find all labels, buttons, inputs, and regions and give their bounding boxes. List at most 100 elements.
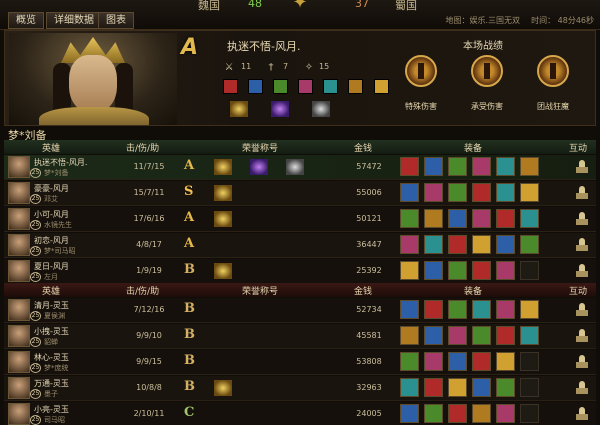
item-icon[interactable]	[424, 378, 443, 397]
item-icon[interactable]	[400, 209, 419, 228]
thumbs-up-icon[interactable]	[576, 329, 590, 343]
item-icon[interactable]	[273, 79, 289, 94]
honor-icon[interactable]	[214, 380, 232, 396]
item-icon[interactable]	[520, 235, 539, 254]
item-icon[interactable]	[496, 404, 515, 423]
item-icon[interactable]	[472, 209, 491, 228]
player-row[interactable]: 豪豪-风月 25 邓艾 15/7/11 S 55006	[4, 181, 596, 206]
item-icon[interactable]	[424, 326, 443, 345]
item-icon[interactable]	[472, 300, 491, 319]
item-icon[interactable]	[448, 300, 467, 319]
item-icon[interactable]	[496, 235, 515, 254]
item-icon[interactable]	[520, 326, 539, 345]
item-icon[interactable]	[496, 326, 515, 345]
item-icon[interactable]	[448, 352, 467, 371]
item-icon[interactable]	[496, 183, 515, 202]
item-icon[interactable]	[223, 79, 238, 94]
thumbs-up-icon[interactable]	[576, 355, 590, 369]
thumbs-up-icon[interactable]	[576, 186, 590, 200]
item-icon[interactable]	[424, 209, 443, 228]
item-icon[interactable]	[448, 157, 467, 176]
item-icon[interactable]	[373, 79, 389, 94]
item-icon[interactable]	[348, 79, 364, 94]
item-icon[interactable]	[496, 352, 515, 371]
honor-icon[interactable]	[230, 101, 248, 117]
player-row[interactable]: 林心-灵玉 25 梦*庞统 9/9/15 B 53808	[4, 350, 596, 375]
item-icon[interactable]	[472, 157, 491, 176]
item-icon[interactable]	[448, 378, 467, 397]
tab-overview[interactable]: 概览	[8, 12, 44, 29]
thumbs-up-icon[interactable]	[576, 264, 590, 278]
hero-avatar[interactable]	[8, 377, 30, 399]
item-icon[interactable]	[400, 261, 419, 280]
item-icon[interactable]	[424, 261, 443, 280]
item-icon[interactable]	[448, 404, 467, 423]
item-icon[interactable]	[400, 378, 419, 397]
item-icon[interactable]	[448, 326, 467, 345]
item-icon[interactable]	[520, 183, 539, 202]
honor-icon[interactable]	[214, 211, 232, 227]
player-row[interactable]: 小拽-灵玉 25 貂蝉 9/9/10 B 45581	[4, 324, 596, 349]
item-icon[interactable]	[472, 378, 491, 397]
player-row[interactable]: 清月-灵玉 25 夏侯渊 7/12/16 B 52734	[4, 298, 596, 323]
thumbs-up-icon[interactable]	[576, 303, 590, 317]
hero-avatar[interactable]	[8, 234, 30, 256]
item-icon[interactable]	[496, 157, 515, 176]
item-icon[interactable]	[448, 209, 467, 228]
thumbs-up-icon[interactable]	[576, 160, 590, 174]
player-row[interactable]: 执迷不悟-风月. 25 梦*刘备 11/7/15 A 57472	[4, 155, 596, 180]
item-icon[interactable]	[400, 326, 419, 345]
honor-icon[interactable]	[286, 159, 304, 175]
item-icon[interactable]	[448, 183, 467, 202]
player-row[interactable]: 夏日-风月 25 左月 1/9/19 B 25392	[4, 259, 596, 284]
hero-avatar[interactable]	[8, 182, 30, 204]
item-icon[interactable]	[424, 183, 443, 202]
hero-avatar[interactable]	[8, 299, 30, 321]
honor-icon[interactable]	[250, 159, 268, 175]
item-icon[interactable]	[424, 157, 443, 176]
thumbs-up-icon[interactable]	[576, 238, 590, 252]
item-icon[interactable]	[448, 261, 467, 280]
item-icon[interactable]	[472, 404, 491, 423]
item-icon[interactable]	[323, 79, 339, 94]
item-icon[interactable]	[472, 235, 491, 254]
hero-avatar[interactable]	[8, 208, 30, 230]
medal-icon[interactable]	[405, 55, 437, 87]
item-icon[interactable]	[424, 352, 443, 371]
player-row[interactable]: 初恋-风月 25 梦*司马昭 4/8/17 A 36447	[4, 233, 596, 258]
thumbs-up-icon[interactable]	[576, 407, 590, 421]
thumbs-up-icon[interactable]	[576, 212, 590, 226]
item-icon[interactable]	[400, 157, 419, 176]
item-icon[interactable]	[248, 79, 264, 94]
item-icon[interactable]	[424, 300, 443, 319]
hero-avatar[interactable]	[8, 325, 30, 347]
item-icon[interactable]	[472, 183, 491, 202]
honor-icon[interactable]	[271, 101, 290, 117]
hero-avatar[interactable]	[8, 156, 30, 178]
hero-avatar[interactable]	[8, 260, 30, 282]
honor-icon[interactable]	[214, 159, 232, 175]
item-icon[interactable]	[298, 79, 314, 94]
medal-icon[interactable]	[537, 55, 569, 87]
item-icon[interactable]	[496, 261, 515, 280]
thumbs-up-icon[interactable]	[576, 381, 590, 395]
item-icon[interactable]	[424, 404, 443, 423]
hero-avatar[interactable]	[8, 351, 30, 373]
tab-charts[interactable]: 图表	[98, 12, 134, 29]
item-icon[interactable]	[448, 235, 467, 254]
item-icon[interactable]	[496, 209, 515, 228]
item-icon[interactable]	[520, 300, 539, 319]
item-icon[interactable]	[496, 300, 515, 319]
hero-avatar[interactable]	[8, 403, 30, 425]
medal-icon[interactable]	[471, 55, 503, 87]
item-icon[interactable]	[400, 404, 419, 423]
honor-icon[interactable]	[312, 101, 331, 117]
item-icon[interactable]	[472, 326, 491, 345]
item-icon[interactable]	[400, 235, 419, 254]
item-icon[interactable]	[520, 209, 539, 228]
item-icon[interactable]	[472, 261, 491, 280]
item-icon[interactable]	[400, 183, 419, 202]
item-icon[interactable]	[496, 378, 515, 397]
honor-icon[interactable]	[214, 263, 232, 279]
item-icon[interactable]	[472, 352, 491, 371]
